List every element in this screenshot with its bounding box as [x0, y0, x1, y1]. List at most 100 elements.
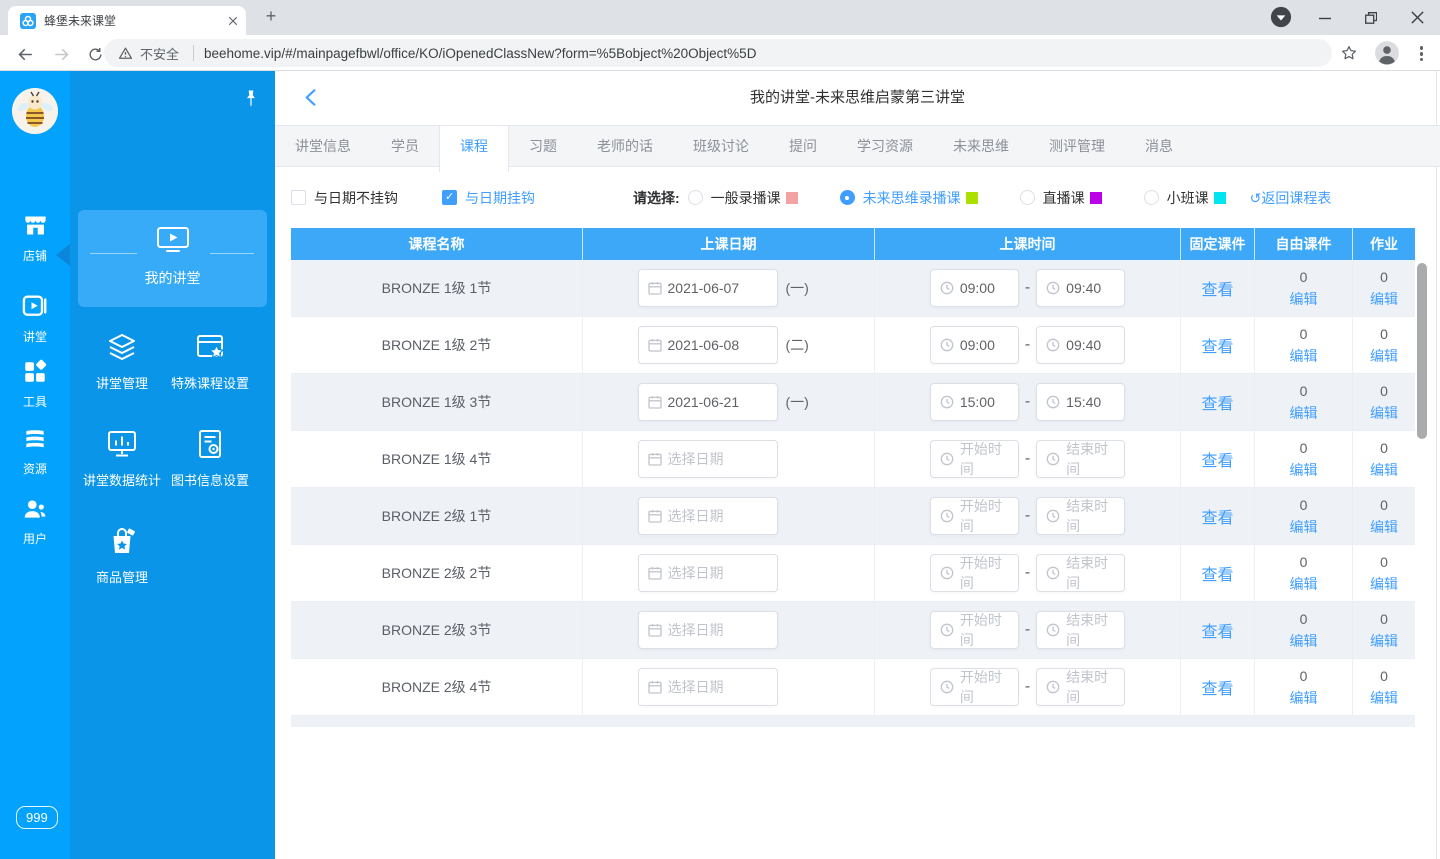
sidebar-item-tools[interactable]: 工具	[0, 359, 70, 410]
panel-item-product-management[interactable]: 商品管理	[72, 525, 172, 586]
sidebar-item-classroom[interactable]: 讲堂	[0, 292, 70, 345]
tab-teacher-words[interactable]: 老师的话	[577, 126, 673, 166]
browser-download-icon[interactable]	[1270, 6, 1292, 33]
start-time-input[interactable]: 开始时间	[930, 554, 1019, 592]
start-time-input[interactable]: 09:00	[930, 269, 1019, 307]
tab-class-discussion[interactable]: 班级讨论	[673, 126, 769, 166]
window-restore-button[interactable]	[1348, 0, 1394, 35]
tab-messages[interactable]: 消息	[1125, 126, 1193, 166]
window-close-button[interactable]	[1394, 0, 1440, 35]
date-input[interactable]: 2021-06-07	[638, 269, 778, 307]
panel-item-my-classroom[interactable]: 我的讲堂	[78, 210, 267, 307]
forward-icon[interactable]	[50, 43, 72, 65]
window-minimize-button[interactable]	[1302, 0, 1348, 35]
start-time-input[interactable]: 15:00	[930, 383, 1019, 421]
browser-tab[interactable]: 蜂堡未来课堂	[8, 6, 246, 35]
page-back-icon[interactable]	[300, 86, 323, 114]
return-schedule-link[interactable]: ↺返回课程表	[1250, 188, 1332, 208]
edit-free-courseware-link[interactable]: 编辑	[1290, 688, 1318, 708]
pushpin-icon[interactable]	[243, 89, 259, 113]
end-time-input[interactable]: 结束时间	[1036, 668, 1125, 706]
start-time-input[interactable]: 开始时间	[930, 440, 1019, 478]
edit-homework-link[interactable]: 编辑	[1370, 403, 1398, 423]
end-time-input[interactable]: 结束时间	[1036, 611, 1125, 649]
end-time-input[interactable]: 09:40	[1036, 326, 1125, 364]
tab-close-icon[interactable]	[228, 16, 238, 26]
radio-small-class[interactable]: 小班课	[1144, 188, 1226, 208]
tab-future-thinking[interactable]: 未来思维	[933, 126, 1029, 166]
tab-assessment[interactable]: 测评管理	[1029, 126, 1125, 166]
view-link[interactable]: 查看	[1201, 504, 1233, 528]
url-bar[interactable]: 不安全 beehome.vip/#/mainpagefbwl/office/KO…	[104, 39, 1332, 67]
radio-live-course[interactable]: 直播课	[1020, 188, 1102, 208]
radio-future-thinking-recorded[interactable]: 未来思维录播课	[840, 188, 978, 208]
end-time-input[interactable]: 结束时间	[1036, 554, 1125, 592]
edit-homework-link[interactable]: 编辑	[1370, 517, 1398, 537]
checkbox-date-unlinked[interactable]: 与日期不挂钩	[291, 188, 398, 208]
tab-learning-resources[interactable]: 学习资源	[837, 126, 933, 166]
edit-free-courseware-link[interactable]: 编辑	[1290, 460, 1318, 480]
view-link[interactable]: 查看	[1201, 447, 1233, 471]
tab-students[interactable]: 学员	[371, 126, 439, 166]
date-input[interactable]: 选择日期	[638, 668, 778, 706]
checkbox-date-linked[interactable]: 与日期挂钩	[442, 188, 535, 208]
security-warning-icon[interactable]	[118, 46, 133, 61]
sidebar-item-users[interactable]: 用户	[0, 496, 70, 547]
tab-courses[interactable]: 课程	[439, 126, 509, 172]
start-time-input[interactable]: 09:00	[930, 326, 1019, 364]
edit-homework-link[interactable]: 编辑	[1370, 346, 1398, 366]
edit-free-courseware-link[interactable]: 编辑	[1290, 517, 1318, 537]
view-link[interactable]: 查看	[1201, 333, 1233, 357]
panel-item-special-course-settings[interactable]: 特殊课程设置	[160, 331, 260, 392]
panel-item-classroom-management[interactable]: 讲堂管理	[72, 331, 172, 392]
date-input[interactable]: 2021-06-08	[638, 326, 778, 364]
panel-item-classroom-statistics[interactable]: 讲堂数据统计	[72, 428, 172, 489]
edit-free-courseware-link[interactable]: 编辑	[1290, 403, 1318, 423]
end-time-input[interactable]: 15:40	[1036, 383, 1125, 421]
new-tab-button[interactable]: +	[258, 4, 284, 30]
panel-item-book-info-settings[interactable]: 图书信息设置	[160, 428, 260, 489]
profile-avatar-icon[interactable]	[1374, 40, 1400, 66]
date-input[interactable]: 选择日期	[638, 554, 778, 592]
start-time-input[interactable]: 开始时间	[930, 497, 1019, 535]
course-name: BRONZE 1级 4节	[382, 449, 492, 469]
date-input[interactable]: 选择日期	[638, 440, 778, 478]
edit-homework-link[interactable]: 编辑	[1370, 289, 1398, 309]
end-time-input[interactable]: 结束时间	[1036, 440, 1125, 478]
edit-free-courseware-link[interactable]: 编辑	[1290, 574, 1318, 594]
date-input[interactable]: 选择日期	[638, 497, 778, 535]
url-text[interactable]: beehome.vip/#/mainpagefbwl/office/KO/iOp…	[204, 46, 756, 61]
edit-free-courseware-link[interactable]: 编辑	[1290, 346, 1318, 366]
start-time-input[interactable]: 开始时间	[930, 611, 1019, 649]
end-time-input[interactable]: 09:40	[1036, 269, 1125, 307]
view-link[interactable]: 查看	[1201, 675, 1233, 699]
start-time-input[interactable]: 开始时间	[930, 668, 1019, 706]
bookmark-star-icon[interactable]	[1340, 44, 1358, 62]
edit-homework-link[interactable]: 编辑	[1370, 688, 1398, 708]
edit-free-courseware-link[interactable]: 编辑	[1290, 289, 1318, 309]
edit-homework-link[interactable]: 编辑	[1370, 574, 1398, 594]
date-input[interactable]: 2021-06-21	[638, 383, 778, 421]
date-input[interactable]: 选择日期	[638, 611, 778, 649]
notification-badge[interactable]: 999	[16, 806, 58, 829]
edit-free-courseware-link[interactable]: 编辑	[1290, 631, 1318, 651]
view-link[interactable]: 查看	[1201, 276, 1233, 300]
table-scrollbar-thumb[interactable]	[1417, 263, 1427, 439]
tab-exercises[interactable]: 习题	[509, 126, 577, 166]
user-avatar[interactable]	[12, 88, 58, 134]
view-link[interactable]: 查看	[1201, 618, 1233, 642]
reload-icon[interactable]	[84, 43, 106, 65]
browser-menu-icon[interactable]	[1420, 44, 1423, 64]
end-time-input[interactable]: 结束时间	[1036, 497, 1125, 535]
view-link[interactable]: 查看	[1201, 390, 1233, 414]
security-label[interactable]: 不安全	[140, 44, 179, 63]
edit-homework-link[interactable]: 编辑	[1370, 460, 1398, 480]
sidebar-item-resources[interactable]: 资源	[0, 426, 70, 477]
back-icon[interactable]	[14, 43, 36, 65]
radio-general-recorded[interactable]: 一般录播课	[688, 188, 798, 208]
tab-class-info[interactable]: 讲堂信息	[275, 126, 371, 166]
edit-homework-link[interactable]: 编辑	[1370, 631, 1398, 651]
tab-questions[interactable]: 提问	[769, 126, 837, 166]
homework-count: 0	[1380, 381, 1388, 401]
view-link[interactable]: 查看	[1201, 561, 1233, 585]
